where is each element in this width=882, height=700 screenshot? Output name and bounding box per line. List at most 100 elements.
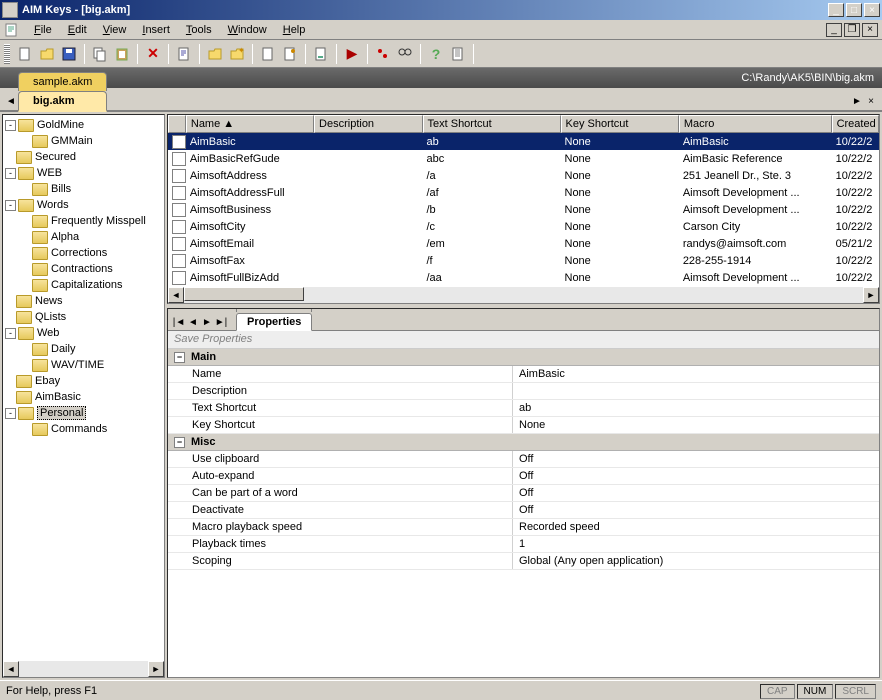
prop-row[interactable]: Use clipboardOff xyxy=(168,451,879,468)
column-header-description[interactable]: Description xyxy=(314,115,422,133)
record-button[interactable] xyxy=(372,43,394,65)
prop-section-main[interactable]: −Main xyxy=(168,349,879,366)
tree-node-secured[interactable]: Secured xyxy=(5,149,162,165)
tree-node-goldmine[interactable]: -GoldMine xyxy=(5,117,162,133)
minimize-button[interactable]: _ xyxy=(828,3,844,17)
tree-hscrollbar[interactable]: ◄ ► xyxy=(3,661,164,677)
menu-file[interactable]: File xyxy=(26,22,60,38)
folder-sparkle-button[interactable]: ✦ xyxy=(226,43,248,65)
save-button[interactable] xyxy=(58,43,80,65)
column-header-text-shortcut[interactable]: Text Shortcut xyxy=(423,115,561,133)
doc1-button[interactable] xyxy=(257,43,279,65)
tree-node-personal[interactable]: -Personal xyxy=(5,405,162,421)
grid-row[interactable]: AimsoftEmail/emNonerandys@aimsoft.com05/… xyxy=(168,235,879,252)
prop-row[interactable]: Text Shortcutab xyxy=(168,400,879,417)
prop-value[interactable]: Off xyxy=(513,502,879,518)
open-button[interactable] xyxy=(36,43,58,65)
folder-tree[interactable]: -GoldMineGMMainSecured-WEBBills-WordsFre… xyxy=(3,115,164,661)
tree-node-ebay[interactable]: Ebay xyxy=(5,373,162,389)
doc-tab-big-akm[interactable]: big.akm xyxy=(18,91,107,112)
prop-value[interactable]: ab xyxy=(513,400,879,416)
doc-tab-sample-akm[interactable]: sample.akm xyxy=(18,72,107,91)
tab-close[interactable]: × xyxy=(864,92,878,110)
menu-help[interactable]: Help xyxy=(275,22,314,38)
help-button[interactable]: ? xyxy=(425,43,447,65)
grid-body[interactable]: AimBasicabNoneAimBasic10/22/2AimBasicRef… xyxy=(168,133,879,287)
detail-nav-last[interactable]: ►| xyxy=(214,314,228,330)
tree-node-gmmain[interactable]: GMMain xyxy=(5,133,162,149)
maximize-button[interactable]: □ xyxy=(846,3,862,17)
prop-section-misc[interactable]: −Misc xyxy=(168,434,879,451)
detail-nav-next[interactable]: ► xyxy=(200,314,214,330)
menu-edit[interactable]: Edit xyxy=(60,22,95,38)
copy-button[interactable] xyxy=(89,43,111,65)
prop-value[interactable]: Global (Any open application) xyxy=(513,553,879,569)
grid-row[interactable]: AimsoftAddress/aNone251 Jeanell Dr., Ste… xyxy=(168,167,879,184)
tree-node-daily[interactable]: Daily xyxy=(5,341,162,357)
menu-tools[interactable]: Tools xyxy=(178,22,220,38)
tree-node-web[interactable]: -WEB xyxy=(5,165,162,181)
grid-scroll-thumb[interactable] xyxy=(184,287,304,301)
doc2-button[interactable] xyxy=(279,43,301,65)
grid-row[interactable]: AimsoftCity/cNoneCarson City10/22/2 xyxy=(168,218,879,235)
expand-toggle[interactable]: - xyxy=(5,200,16,211)
column-header-macro[interactable]: Macro xyxy=(679,115,832,133)
tree-node-wav-time[interactable]: WAV/TIME xyxy=(5,357,162,373)
prop-row[interactable]: Macro playback speedRecorded speed xyxy=(168,519,879,536)
tree-node-qlists[interactable]: QLists xyxy=(5,309,162,325)
expand-toggle[interactable]: - xyxy=(5,328,16,339)
tree-node-commands[interactable]: Commands xyxy=(5,421,162,437)
scroll-right-button[interactable]: ► xyxy=(148,661,164,677)
menu-insert[interactable]: Insert xyxy=(134,22,178,38)
grid-row[interactable]: AimBasicRefGudeabcNoneAimBasic Reference… xyxy=(168,150,879,167)
tree-node-aimbasic[interactable]: AimBasic xyxy=(5,389,162,405)
collapse-toggle[interactable]: − xyxy=(174,437,185,448)
grid-row[interactable]: AimBasicabNoneAimBasic10/22/2 xyxy=(168,133,879,150)
paste-button[interactable] xyxy=(111,43,133,65)
prop-value[interactable]: Recorded speed xyxy=(513,519,879,535)
mdi-restore-button[interactable]: ❐ xyxy=(844,23,860,37)
tree-node-bills[interactable]: Bills xyxy=(5,181,162,197)
expand-toggle[interactable]: - xyxy=(5,168,16,179)
mdi-close-button[interactable]: × xyxy=(862,23,878,37)
grid-row[interactable]: AimsoftFullBizAdd/aaNoneAimsoft Developm… xyxy=(168,269,879,286)
tab-scroll-right[interactable]: ► xyxy=(850,92,864,110)
column-header-created[interactable]: Created xyxy=(832,115,879,133)
tree-node-alpha[interactable]: Alpha xyxy=(5,229,162,245)
prop-value[interactable] xyxy=(513,383,879,399)
toolbar-grip[interactable] xyxy=(4,44,10,64)
prop-value[interactable]: AimBasic xyxy=(513,366,879,382)
grid-hscrollbar[interactable]: ◄ ► xyxy=(168,287,879,303)
grid-scroll-left[interactable]: ◄ xyxy=(168,287,184,303)
expand-toggle[interactable]: - xyxy=(5,408,16,419)
prop-value[interactable]: None xyxy=(513,417,879,433)
grid-scroll-right[interactable]: ► xyxy=(863,287,879,303)
menu-view[interactable]: View xyxy=(95,22,135,38)
detail-toolbar[interactable]: Save Properties xyxy=(168,331,879,349)
detail-nav-first[interactable]: |◄ xyxy=(172,314,186,330)
grid-row[interactable]: AimsoftBusiness/bNoneAimsoft Development… xyxy=(168,201,879,218)
detail-tab-edit[interactable]: Edit xyxy=(236,308,312,312)
prop-value[interactable]: 1 xyxy=(513,536,879,552)
detail-nav-prev[interactable]: ◄ xyxy=(186,314,200,330)
column-header-name[interactable]: Name ▲ xyxy=(186,115,314,133)
prop-row[interactable]: DeactivateOff xyxy=(168,502,879,519)
tree-node-web[interactable]: -Web xyxy=(5,325,162,341)
prop-row[interactable]: Key ShortcutNone xyxy=(168,417,879,434)
prop-row[interactable]: Can be part of a wordOff xyxy=(168,485,879,502)
mdi-minimize-button[interactable]: _ xyxy=(826,23,842,37)
new-folder-button[interactable] xyxy=(204,43,226,65)
grid-row[interactable]: AimsoftFax/fNone228-255-191410/22/2 xyxy=(168,252,879,269)
tree-node-capitalizations[interactable]: Capitalizations xyxy=(5,277,162,293)
prop-row[interactable]: Auto-expandOff xyxy=(168,468,879,485)
close-button[interactable]: × xyxy=(864,3,880,17)
doc3-button[interactable] xyxy=(310,43,332,65)
properties-button[interactable] xyxy=(173,43,195,65)
tree-node-contractions[interactable]: Contractions xyxy=(5,261,162,277)
detail-tab-properties[interactable]: Properties xyxy=(236,313,312,331)
tree-node-frequently-misspell[interactable]: Frequently Misspell xyxy=(5,213,162,229)
prop-row[interactable]: NameAimBasic xyxy=(168,366,879,383)
tab-scroll-left[interactable]: ◄ xyxy=(4,92,18,110)
grid-row[interactable]: AimsoftAddressFull/afNoneAimsoft Develop… xyxy=(168,184,879,201)
expand-toggle[interactable]: - xyxy=(5,120,16,131)
